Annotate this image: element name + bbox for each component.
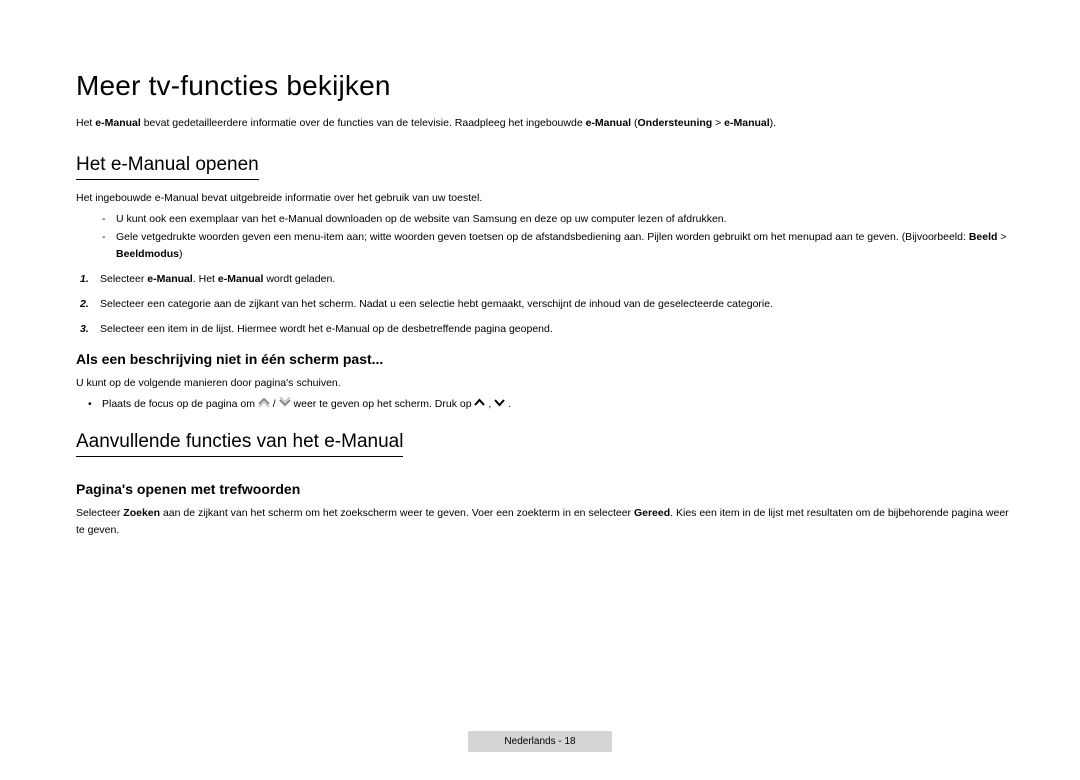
text: Gele vetgedrukte woorden geven een menu-… bbox=[116, 231, 969, 243]
text: . Het bbox=[193, 273, 218, 285]
bold: Beeld bbox=[969, 231, 998, 243]
text: Het bbox=[76, 117, 95, 129]
text: wordt geladen. bbox=[263, 273, 335, 285]
page-number-badge: Nederlands - 18 bbox=[468, 731, 611, 752]
list-item: Selecteer een item in de lijst. Hiermee … bbox=[94, 321, 1020, 338]
subsection-heading-keywords: Pagina's openen met trefwoorden bbox=[76, 481, 1020, 497]
subsection-heading-scroll: Als een beschrijving niet in één scherm … bbox=[76, 351, 1020, 367]
text: aan de zijkant van het scherm om het zoe… bbox=[160, 507, 634, 519]
bold: Zoeken bbox=[123, 507, 160, 519]
text: ) bbox=[179, 248, 183, 260]
page-footer: Nederlands - 18 bbox=[0, 731, 1080, 752]
scroll-up-soft-icon bbox=[258, 396, 270, 413]
numbered-list: Selecteer e-Manual. Het e-Manual wordt g… bbox=[76, 271, 1020, 337]
text: ). bbox=[770, 117, 776, 129]
bullet-list: Plaats de focus op de pagina om / weer t… bbox=[76, 396, 1020, 413]
dash-list: U kunt ook een exemplaar van het e-Manua… bbox=[76, 211, 1020, 263]
bold: e-Manual bbox=[147, 273, 193, 285]
text: > bbox=[712, 117, 724, 129]
chevron-up-icon bbox=[474, 396, 485, 413]
chevron-down-icon bbox=[494, 396, 505, 413]
page-title: Meer tv-functies bekijken bbox=[76, 70, 1020, 102]
intro-paragraph: Het e-Manual bevat gedetailleerdere info… bbox=[76, 116, 1020, 132]
text: > bbox=[997, 231, 1006, 243]
bold: Gereed bbox=[634, 507, 670, 519]
list-item: Selecteer e-Manual. Het e-Manual wordt g… bbox=[94, 271, 1020, 288]
bold: e-Manual bbox=[586, 117, 632, 129]
bold: Beeldmodus bbox=[116, 248, 179, 260]
list-item: U kunt ook een exemplaar van het e-Manua… bbox=[116, 211, 1020, 228]
list-item: Gele vetgedrukte woorden geven een menu-… bbox=[116, 229, 1020, 263]
body-text: Het ingebouwde e-Manual bevat uitgebreid… bbox=[76, 190, 1020, 207]
text: bevat gedetailleerdere informatie over d… bbox=[141, 117, 586, 129]
bold: e-Manual bbox=[218, 273, 264, 285]
scroll-down-soft-icon bbox=[279, 396, 291, 413]
list-item: Plaats de focus op de pagina om / weer t… bbox=[102, 396, 1020, 413]
body-text: U kunt op de volgende manieren door pagi… bbox=[76, 375, 1020, 392]
text: Selecteer bbox=[76, 507, 123, 519]
list-item: Selecteer een categorie aan de zijkant v… bbox=[94, 296, 1020, 313]
bold: e-Manual bbox=[724, 117, 770, 129]
section-heading-additional: Aanvullende functies van het e-Manual bbox=[76, 431, 403, 457]
text: Plaats de focus op de pagina om bbox=[102, 398, 258, 410]
text: weer te geven op het scherm. Druk op bbox=[294, 398, 475, 410]
section-heading-open-emanual: Het e-Manual openen bbox=[76, 154, 259, 180]
bold: Ondersteuning bbox=[638, 117, 713, 129]
body-text: Selecteer Zoeken aan de zijkant van het … bbox=[76, 505, 1020, 539]
text: . bbox=[508, 398, 511, 410]
bold: e-Manual bbox=[95, 117, 141, 129]
text: Selecteer bbox=[100, 273, 147, 285]
